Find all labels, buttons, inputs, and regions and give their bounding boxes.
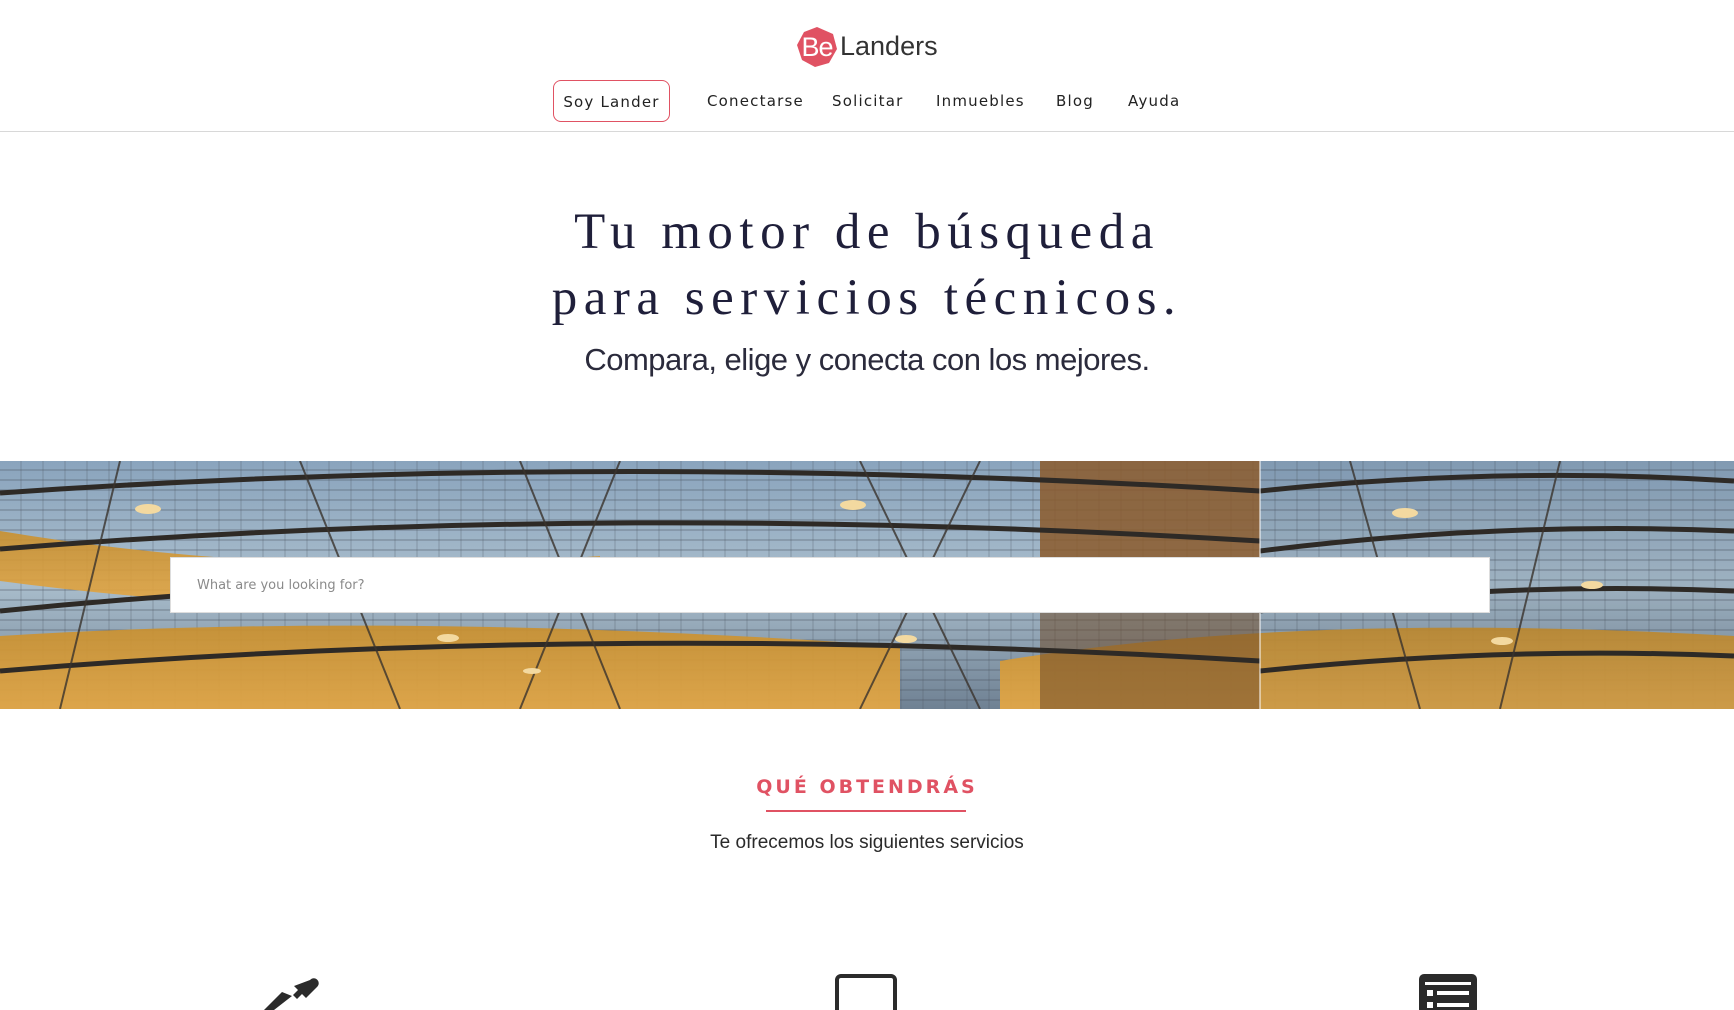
hero-subtitle: Compara, elige y conecta con los mejores… <box>584 342 1150 377</box>
nav-item-inmuebles[interactable]: Inmuebles <box>936 80 1025 122</box>
hero-title: Tu motor de búsqueda para servicios técn… <box>0 199 1734 331</box>
section-subtitle: Te ofrecemos los siguientes servicios <box>710 832 1024 853</box>
nav-item-soy-lander[interactable]: Soy Lander <box>553 80 670 122</box>
monitor-icon <box>835 974 897 1010</box>
hero-title-line-1: Tu motor de búsqueda <box>574 204 1160 260</box>
nav-item-conectarse[interactable]: Conectarse <box>707 80 804 122</box>
hero-section: Tu motor de búsqueda para servicios técn… <box>0 131 1734 461</box>
search-input[interactable] <box>171 558 1489 612</box>
eyedropper-icon <box>264 978 319 1010</box>
hero-banner-image <box>0 461 1734 709</box>
site-header: Be Landers Soy Lander Conectarse Solicit… <box>0 0 1734 132</box>
logo-badge-text: Be <box>801 31 833 62</box>
section-title-underline <box>766 810 966 812</box>
logo-badge: Be <box>795 25 839 69</box>
nav-item-ayuda[interactable]: Ayuda <box>1128 80 1180 122</box>
nav-item-solicitar[interactable]: Solicitar <box>832 80 904 122</box>
belanders-logo[interactable]: Be Landers <box>795 24 938 69</box>
nav-item-blog[interactable]: Blog <box>1056 80 1094 122</box>
logo-text: Landers <box>840 31 938 61</box>
hero-title-line-2: para servicios técnicos. <box>551 270 1183 326</box>
list-icon <box>1419 974 1477 1010</box>
search-box[interactable] <box>170 557 1490 613</box>
section-title: QUÉ OBTENDRÁS <box>756 776 978 798</box>
main-nav: Soy Lander Conectarse Solicitar Inmueble… <box>0 80 1734 122</box>
services-section: QUÉ OBTENDRÁS Te ofrecemos los siguiente… <box>0 709 1734 1010</box>
